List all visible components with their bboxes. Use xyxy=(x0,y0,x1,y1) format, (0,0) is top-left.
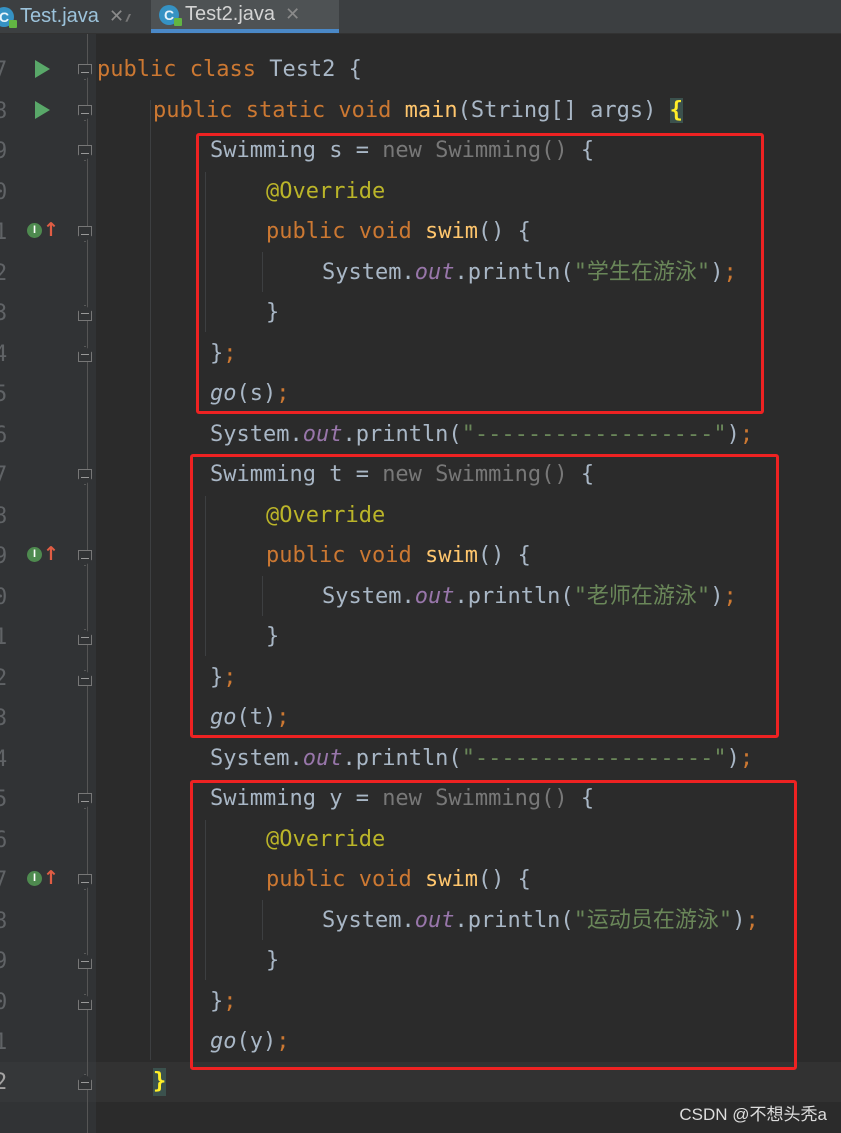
line-number: 6 xyxy=(0,828,8,853)
line-number: 7 xyxy=(0,58,8,83)
keyword: public class xyxy=(97,57,256,82)
fold-icon[interactable] xyxy=(78,670,92,686)
line-number: 2 xyxy=(0,261,8,286)
line-number: 7 xyxy=(0,868,8,893)
fold-icon[interactable] xyxy=(78,994,92,1010)
fold-icon[interactable] xyxy=(78,469,92,485)
fold-icon[interactable] xyxy=(78,953,92,969)
run-icon[interactable] xyxy=(35,60,50,78)
semicolon: ; xyxy=(739,422,754,447)
line-number: 6 xyxy=(0,423,8,448)
line-number: 2 xyxy=(0,1070,8,1095)
fold-icon[interactable] xyxy=(78,105,92,121)
paren: ) xyxy=(726,746,740,771)
arrow-up-icon: ↑ xyxy=(43,219,59,241)
string-literal: "------------------" xyxy=(461,422,727,447)
string-literal: "------------------" xyxy=(461,746,727,771)
class-name: Test2 { xyxy=(255,57,362,82)
code-line[interactable]: 7 public class Test2 { xyxy=(0,50,841,90)
implements-icon[interactable]: I xyxy=(27,547,42,562)
line-number: 1 xyxy=(0,625,8,650)
line-number: 9 xyxy=(0,949,8,974)
line-number: 5 xyxy=(0,382,8,407)
fold-icon[interactable] xyxy=(78,305,92,321)
line-number: 1 xyxy=(0,1030,8,1055)
semicolon: ; xyxy=(739,746,754,771)
line-number: 8 xyxy=(0,909,8,934)
line-number: 0 xyxy=(0,585,8,610)
fold-icon[interactable] xyxy=(78,226,92,242)
code-line[interactable]: 4 System.out.println("------------------… xyxy=(0,739,841,779)
code-line-partial: */ xyxy=(0,14,841,36)
params: (String[] args) xyxy=(457,98,670,123)
fold-icon[interactable] xyxy=(78,145,92,161)
comment-end: */ xyxy=(111,14,138,28)
line-number: 4 xyxy=(0,342,8,367)
line-number: 4 xyxy=(0,747,8,772)
fold-icon[interactable] xyxy=(78,1074,92,1090)
static-field: out xyxy=(302,746,343,771)
fold-icon[interactable] xyxy=(78,64,92,80)
watermark: CSDN @不想头秃a xyxy=(679,1105,827,1124)
line-number: 0 xyxy=(0,990,8,1015)
method-name: main xyxy=(404,98,458,123)
line-number: 3 xyxy=(0,301,8,326)
line-number: 7 xyxy=(0,463,8,488)
code-line[interactable]: 8 public static void main(String[] args)… xyxy=(0,91,841,131)
fold-icon[interactable] xyxy=(78,346,92,362)
fold-icon[interactable] xyxy=(78,874,92,890)
highlight-box-teacher xyxy=(190,454,779,738)
line-number: 9 xyxy=(0,139,8,164)
line-number: 9 xyxy=(0,544,8,569)
fold-icon[interactable] xyxy=(78,550,92,566)
line-number: 3 xyxy=(0,706,8,731)
method-call: .println( xyxy=(342,746,462,771)
line-number: 1 xyxy=(0,220,8,245)
arrow-up-icon: ↑ xyxy=(43,543,59,565)
highlight-box-athlete xyxy=(190,780,797,1070)
method-call: .println( xyxy=(342,422,462,447)
matched-brace: { xyxy=(669,98,683,123)
implements-icon[interactable]: I xyxy=(27,223,42,238)
line-number: 5 xyxy=(0,787,8,812)
keyword: public static void xyxy=(153,98,392,123)
line-number: 8 xyxy=(0,99,8,124)
highlight-box-student xyxy=(196,133,764,414)
fold-icon[interactable] xyxy=(78,793,92,809)
class-ref: System. xyxy=(210,422,303,447)
arrow-up-icon: ↑ xyxy=(43,867,59,889)
code-line[interactable]: 6 System.out.println("------------------… xyxy=(0,415,841,455)
static-field: out xyxy=(302,422,343,447)
line-number: 8 xyxy=(0,504,8,529)
implements-icon[interactable]: I xyxy=(27,871,42,886)
line-number: 0 xyxy=(0,180,8,205)
class-ref: System. xyxy=(210,746,303,771)
matched-brace: } xyxy=(153,1068,167,1096)
fold-icon[interactable] xyxy=(78,629,92,645)
line-number: 2 xyxy=(0,666,8,691)
paren: ) xyxy=(726,422,740,447)
run-icon[interactable] xyxy=(35,101,50,119)
